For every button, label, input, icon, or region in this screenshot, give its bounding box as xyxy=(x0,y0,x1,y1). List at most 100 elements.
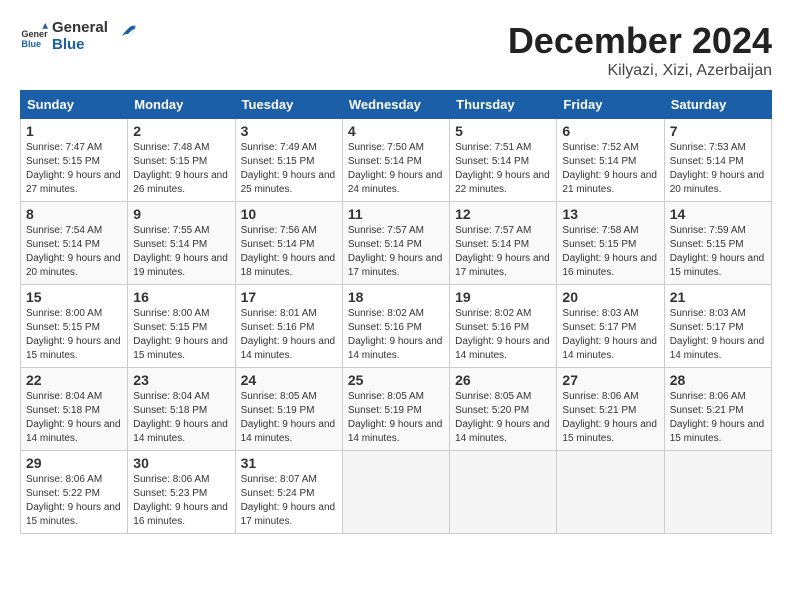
day-number: 24 xyxy=(241,372,337,388)
day-number: 7 xyxy=(670,123,766,139)
day-info: Sunrise: 7:52 AM Sunset: 5:14 PM Dayligh… xyxy=(562,141,658,197)
logo: General Blue General Blue xyxy=(20,20,136,53)
day-number: 27 xyxy=(562,372,658,388)
header-monday: Monday xyxy=(128,91,235,119)
calendar-day-cell: 29 Sunrise: 8:06 AM Sunset: 5:22 PM Dayl… xyxy=(21,451,128,534)
day-info: Sunrise: 7:47 AM Sunset: 5:15 PM Dayligh… xyxy=(26,141,122,197)
calendar-day-cell: 12 Sunrise: 7:57 AM Sunset: 5:14 PM Dayl… xyxy=(450,202,557,285)
day-number: 23 xyxy=(133,372,229,388)
day-info: Sunrise: 8:07 AM Sunset: 5:24 PM Dayligh… xyxy=(241,473,337,529)
logo-bird-icon xyxy=(114,22,136,44)
calendar-day-cell: 19 Sunrise: 8:02 AM Sunset: 5:16 PM Dayl… xyxy=(450,285,557,368)
day-number: 14 xyxy=(670,206,766,222)
day-number: 29 xyxy=(26,455,122,471)
calendar-table: Sunday Monday Tuesday Wednesday Thursday… xyxy=(20,90,772,534)
day-number: 12 xyxy=(455,206,551,222)
calendar-day-cell: 31 Sunrise: 8:07 AM Sunset: 5:24 PM Dayl… xyxy=(235,451,342,534)
calendar-day-cell: 14 Sunrise: 7:59 AM Sunset: 5:15 PM Dayl… xyxy=(664,202,771,285)
header-thursday: Thursday xyxy=(450,91,557,119)
calendar-day-cell: 27 Sunrise: 8:06 AM Sunset: 5:21 PM Dayl… xyxy=(557,368,664,451)
day-info: Sunrise: 7:58 AM Sunset: 5:15 PM Dayligh… xyxy=(562,224,658,280)
day-info: Sunrise: 8:00 AM Sunset: 5:15 PM Dayligh… xyxy=(26,307,122,363)
day-number: 10 xyxy=(241,206,337,222)
day-number: 5 xyxy=(455,123,551,139)
logo-blue-text: Blue xyxy=(52,37,108,54)
day-info: Sunrise: 8:06 AM Sunset: 5:21 PM Dayligh… xyxy=(670,390,766,446)
calendar-day-cell: 7 Sunrise: 7:53 AM Sunset: 5:14 PM Dayli… xyxy=(664,119,771,202)
day-number: 9 xyxy=(133,206,229,222)
day-info: Sunrise: 8:06 AM Sunset: 5:22 PM Dayligh… xyxy=(26,473,122,529)
day-number: 22 xyxy=(26,372,122,388)
day-info: Sunrise: 7:57 AM Sunset: 5:14 PM Dayligh… xyxy=(455,224,551,280)
day-info: Sunrise: 7:57 AM Sunset: 5:14 PM Dayligh… xyxy=(348,224,444,280)
day-info: Sunrise: 8:05 AM Sunset: 5:19 PM Dayligh… xyxy=(241,390,337,446)
day-number: 18 xyxy=(348,289,444,305)
day-number: 3 xyxy=(241,123,337,139)
day-number: 2 xyxy=(133,123,229,139)
day-info: Sunrise: 8:00 AM Sunset: 5:15 PM Dayligh… xyxy=(133,307,229,363)
calendar-day-cell xyxy=(450,451,557,534)
logo-icon: General Blue xyxy=(20,23,48,51)
day-number: 26 xyxy=(455,372,551,388)
day-info: Sunrise: 8:06 AM Sunset: 5:21 PM Dayligh… xyxy=(562,390,658,446)
day-info: Sunrise: 7:51 AM Sunset: 5:14 PM Dayligh… xyxy=(455,141,551,197)
title-block: December 2024 Kilyazi, Xizi, Azerbaijan xyxy=(508,20,772,80)
location-subtitle: Kilyazi, Xizi, Azerbaijan xyxy=(508,62,772,80)
day-info: Sunrise: 7:48 AM Sunset: 5:15 PM Dayligh… xyxy=(133,141,229,197)
calendar-week-row: 29 Sunrise: 8:06 AM Sunset: 5:22 PM Dayl… xyxy=(21,451,772,534)
calendar-day-cell: 3 Sunrise: 7:49 AM Sunset: 5:15 PM Dayli… xyxy=(235,119,342,202)
day-number: 17 xyxy=(241,289,337,305)
calendar-week-row: 8 Sunrise: 7:54 AM Sunset: 5:14 PM Dayli… xyxy=(21,202,772,285)
day-number: 25 xyxy=(348,372,444,388)
day-number: 13 xyxy=(562,206,658,222)
calendar-day-cell: 1 Sunrise: 7:47 AM Sunset: 5:15 PM Dayli… xyxy=(21,119,128,202)
day-info: Sunrise: 7:50 AM Sunset: 5:14 PM Dayligh… xyxy=(348,141,444,197)
calendar-day-cell: 24 Sunrise: 8:05 AM Sunset: 5:19 PM Dayl… xyxy=(235,368,342,451)
calendar-day-cell: 28 Sunrise: 8:06 AM Sunset: 5:21 PM Dayl… xyxy=(664,368,771,451)
calendar-day-cell: 16 Sunrise: 8:00 AM Sunset: 5:15 PM Dayl… xyxy=(128,285,235,368)
day-number: 1 xyxy=(26,123,122,139)
calendar-day-cell: 18 Sunrise: 8:02 AM Sunset: 5:16 PM Dayl… xyxy=(342,285,449,368)
calendar-day-cell: 10 Sunrise: 7:56 AM Sunset: 5:14 PM Dayl… xyxy=(235,202,342,285)
day-number: 8 xyxy=(26,206,122,222)
calendar-day-cell: 11 Sunrise: 7:57 AM Sunset: 5:14 PM Dayl… xyxy=(342,202,449,285)
day-number: 16 xyxy=(133,289,229,305)
calendar-day-cell: 5 Sunrise: 7:51 AM Sunset: 5:14 PM Dayli… xyxy=(450,119,557,202)
calendar-day-cell: 23 Sunrise: 8:04 AM Sunset: 5:18 PM Dayl… xyxy=(128,368,235,451)
calendar-day-cell: 20 Sunrise: 8:03 AM Sunset: 5:17 PM Dayl… xyxy=(557,285,664,368)
day-info: Sunrise: 7:59 AM Sunset: 5:15 PM Dayligh… xyxy=(670,224,766,280)
day-info: Sunrise: 7:55 AM Sunset: 5:14 PM Dayligh… xyxy=(133,224,229,280)
calendar-day-cell: 17 Sunrise: 8:01 AM Sunset: 5:16 PM Dayl… xyxy=(235,285,342,368)
calendar-day-cell: 8 Sunrise: 7:54 AM Sunset: 5:14 PM Dayli… xyxy=(21,202,128,285)
calendar-week-row: 1 Sunrise: 7:47 AM Sunset: 5:15 PM Dayli… xyxy=(21,119,772,202)
header-tuesday: Tuesday xyxy=(235,91,342,119)
logo-general-text: General xyxy=(52,20,108,37)
calendar-week-row: 22 Sunrise: 8:04 AM Sunset: 5:18 PM Dayl… xyxy=(21,368,772,451)
calendar-day-cell: 22 Sunrise: 8:04 AM Sunset: 5:18 PM Dayl… xyxy=(21,368,128,451)
day-number: 15 xyxy=(26,289,122,305)
calendar-header-row: Sunday Monday Tuesday Wednesday Thursday… xyxy=(21,91,772,119)
calendar-day-cell: 9 Sunrise: 7:55 AM Sunset: 5:14 PM Dayli… xyxy=(128,202,235,285)
calendar-day-cell: 26 Sunrise: 8:05 AM Sunset: 5:20 PM Dayl… xyxy=(450,368,557,451)
day-number: 28 xyxy=(670,372,766,388)
day-number: 11 xyxy=(348,206,444,222)
month-title: December 2024 xyxy=(508,20,772,62)
page-header: General Blue General Blue December 2024 … xyxy=(20,20,772,80)
calendar-day-cell: 21 Sunrise: 8:03 AM Sunset: 5:17 PM Dayl… xyxy=(664,285,771,368)
day-info: Sunrise: 8:03 AM Sunset: 5:17 PM Dayligh… xyxy=(670,307,766,363)
calendar-day-cell: 6 Sunrise: 7:52 AM Sunset: 5:14 PM Dayli… xyxy=(557,119,664,202)
svg-text:General: General xyxy=(21,29,48,39)
calendar-day-cell: 2 Sunrise: 7:48 AM Sunset: 5:15 PM Dayli… xyxy=(128,119,235,202)
day-info: Sunrise: 7:56 AM Sunset: 5:14 PM Dayligh… xyxy=(241,224,337,280)
day-info: Sunrise: 7:53 AM Sunset: 5:14 PM Dayligh… xyxy=(670,141,766,197)
day-number: 20 xyxy=(562,289,658,305)
calendar-day-cell: 4 Sunrise: 7:50 AM Sunset: 5:14 PM Dayli… xyxy=(342,119,449,202)
calendar-day-cell xyxy=(557,451,664,534)
calendar-day-cell xyxy=(342,451,449,534)
calendar-day-cell: 13 Sunrise: 7:58 AM Sunset: 5:15 PM Dayl… xyxy=(557,202,664,285)
day-info: Sunrise: 7:54 AM Sunset: 5:14 PM Dayligh… xyxy=(26,224,122,280)
svg-text:Blue: Blue xyxy=(21,38,41,48)
day-number: 4 xyxy=(348,123,444,139)
day-info: Sunrise: 8:04 AM Sunset: 5:18 PM Dayligh… xyxy=(26,390,122,446)
day-number: 21 xyxy=(670,289,766,305)
